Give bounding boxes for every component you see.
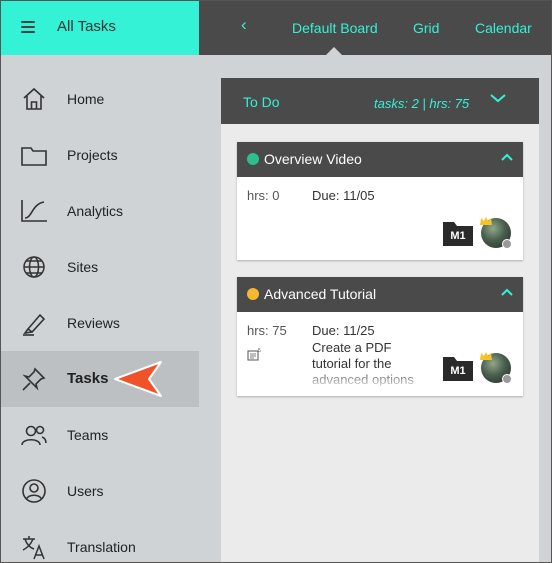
sidebar-item-label: Projects: [67, 147, 118, 163]
card-hours: hrs: 0: [247, 188, 280, 203]
globe-icon: [20, 253, 48, 281]
sidebar-item-label: Teams: [67, 427, 109, 443]
active-tab-indicator: [326, 47, 342, 55]
sidebar-item-sites[interactable]: Sites: [1, 239, 199, 295]
task-card[interactable]: Advanced Tutorial hrs: 75 Due: 11/25 Cre…: [237, 277, 523, 396]
milestone-label: M1: [450, 365, 466, 377]
board-column: To Do tasks: 2 | hrs: 75 Overview Video …: [221, 78, 539, 562]
notes-icon: 5: [247, 348, 261, 361]
sidebar-item-projects[interactable]: Projects: [1, 127, 199, 183]
chevron-down-icon[interactable]: [489, 92, 507, 104]
column-title: To Do: [243, 94, 280, 110]
sidebar-item-users[interactable]: Users: [1, 463, 199, 519]
milestone-badge: M1: [442, 219, 474, 247]
sidebar-item-label: Sites: [67, 259, 99, 275]
tab-grid[interactable]: Grid: [413, 20, 439, 36]
sidebar-item-label: Translation: [67, 539, 136, 555]
sidebar-item-label: Tasks: [67, 370, 109, 387]
page-title: All Tasks: [57, 18, 116, 35]
milestone-badge: M1: [442, 354, 474, 382]
app-header: All Tasks: [1, 1, 199, 55]
pointer-arrow-icon: [114, 361, 162, 397]
status-dot: [247, 153, 259, 165]
task-card[interactable]: Overview Video hrs: 0 Due: 11/05 M1: [237, 142, 523, 260]
sidebar-item-reviews[interactable]: Reviews: [1, 295, 199, 351]
home-icon: [20, 85, 48, 113]
tab-calendar[interactable]: Calendar: [475, 20, 532, 36]
chevron-left-icon[interactable]: ‹: [241, 15, 247, 35]
sidebar-item-tasks[interactable]: Tasks: [1, 351, 199, 407]
card-body: hrs: 75 Due: 11/25 Create a PDF tutorial…: [237, 312, 523, 396]
status-dot: [247, 288, 259, 300]
card-due-date: Due: 11/05: [312, 188, 375, 203]
column-header: To Do tasks: 2 | hrs: 75: [221, 78, 539, 124]
chevron-up-icon[interactable]: [500, 287, 514, 297]
card-body: hrs: 0 Due: 11/05 M1: [237, 177, 523, 260]
user-icon: [20, 477, 48, 505]
presence-indicator: [502, 239, 512, 249]
pin-icon: [20, 365, 48, 393]
sidebar-item-analytics[interactable]: Analytics: [1, 183, 199, 239]
analytics-icon: [20, 197, 48, 225]
presence-indicator: [502, 374, 512, 384]
app-window: All Tasks ‹ Default Board Grid Calendar …: [0, 0, 552, 563]
sidebar-item-translation[interactable]: Translation: [1, 519, 199, 562]
card-header: Advanced Tutorial: [237, 277, 523, 312]
sidebar-item-teams[interactable]: Teams: [1, 407, 199, 463]
card-hours: hrs: 75: [247, 323, 287, 338]
column-stats: tasks: 2 | hrs: 75: [374, 96, 470, 111]
crown-icon: [480, 352, 492, 360]
card-due-date: Due: 11/25: [312, 323, 375, 338]
team-icon: [20, 421, 48, 449]
card-header: Overview Video: [237, 142, 523, 177]
sidebar-item-label: Users: [67, 483, 104, 499]
milestone-label: M1: [450, 230, 466, 242]
sidebar-item-home[interactable]: Home: [1, 71, 199, 127]
card-title[interactable]: Overview Video: [264, 151, 362, 167]
menu-icon[interactable]: [21, 21, 35, 33]
sidebar-item-label: Home: [67, 91, 105, 107]
folder-icon: [20, 141, 48, 169]
card-description: Create a PDF tutorial for the advanced o…: [312, 340, 414, 386]
translate-icon: [20, 533, 48, 561]
card-title[interactable]: Advanced Tutorial: [264, 286, 376, 302]
pen-icon: [20, 309, 48, 337]
crown-icon: [480, 217, 492, 225]
tab-default-board[interactable]: Default Board: [292, 20, 378, 36]
svg-text:5: 5: [258, 348, 261, 354]
chevron-up-icon[interactable]: [500, 152, 514, 162]
sidebar: Home Projects Analytics Sites Reviews Ta…: [1, 55, 199, 562]
sidebar-item-label: Reviews: [67, 315, 120, 331]
sidebar-item-label: Analytics: [67, 203, 124, 219]
view-tabs-bar: ‹ Default Board Grid Calendar: [199, 1, 551, 55]
